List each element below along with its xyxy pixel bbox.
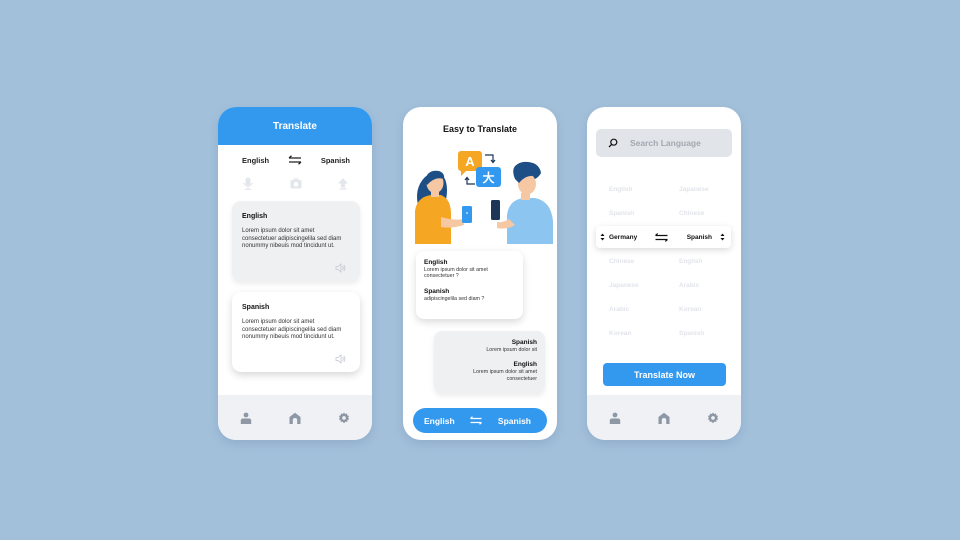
language-option[interactable]: English [679,258,719,265]
language-option[interactable]: Korean [679,306,719,313]
microphone-icon[interactable] [242,177,254,190]
bubble-text: Lorem ipsum dolor sit amet consectetuer … [424,267,488,280]
bottom-nav [587,395,741,440]
page-title: Easy to Translate [442,124,518,134]
settings-icon[interactable] [707,412,719,424]
language-option[interactable]: Chinese [609,258,634,265]
language-row: Spanish Chinese [609,210,719,217]
home-icon[interactable] [289,412,301,424]
language-option[interactable]: Spanish [679,330,719,337]
from-language: Germany [609,233,638,241]
bottom-nav [218,395,372,440]
camera-icon[interactable] [290,177,302,190]
input-tools [218,175,372,191]
language-select-screen: Search Language English Japanese Spanish… [587,107,741,440]
translate-now-button[interactable]: Translate Now [603,363,726,386]
language-row: Arabic Korean [609,306,719,313]
card-text: Lorem ipsum dolor sit amet consectetuer … [242,228,342,249]
glyph-a: A [465,154,475,169]
bubble-title: English [513,361,537,369]
swap-icon[interactable] [288,155,302,165]
bubble-title: Spanish [424,287,450,295]
bubble-title: Spanish [511,339,537,346]
card-title: English [242,213,268,220]
language-row: Japanese Arabic [609,282,719,289]
search-input[interactable]: Search Language [596,129,732,157]
language-option[interactable]: English [609,186,632,193]
source-text-card[interactable]: English Lorem ipsum dolor sit amet conse… [232,201,360,281]
glyph-b: 大 [482,170,494,185]
language-option[interactable]: Japanese [609,282,639,289]
language-option[interactable]: Japanese [679,186,719,193]
bubble-title: English [424,259,448,266]
source-language[interactable]: English [242,156,269,165]
target-language[interactable]: Spanish [321,156,350,165]
updown-arrows-icon [720,233,725,241]
profile-icon[interactable] [240,412,252,424]
pill-source-language[interactable]: English [424,416,455,426]
language-switch-pill[interactable]: English Spanish [413,408,547,433]
home-icon[interactable] [658,412,670,424]
language-option[interactable]: Arabic [609,306,629,313]
language-option[interactable]: Korean [609,330,631,337]
profile-icon[interactable] [609,412,621,424]
language-row: Chinese English [609,258,719,265]
bubble-text: Lorem ipsum dolor sit amet consectetuer [473,369,537,382]
speaker-icon[interactable] [335,354,346,364]
card-title: Spanish [242,304,270,311]
language-row: Korean Spanish [609,330,719,337]
language-option[interactable]: Spanish [609,210,634,217]
people-translating-illustration: A 大 [415,151,553,244]
to-language: Spanish [686,233,712,241]
pill-target-language[interactable]: Spanish [498,416,531,426]
from-language-picker[interactable]: Germany [600,233,637,241]
bubble-text: adipiscingelila sed diam ? [424,295,485,302]
language-row: English Japanese [609,186,719,193]
translated-text-card[interactable]: Spanish Lorem ipsum dolor sit amet conse… [232,292,360,372]
to-language-picker[interactable]: Spanish [687,233,725,241]
language-pair: English Spanish [218,153,372,167]
settings-icon[interactable] [338,412,350,424]
speaker-icon[interactable] [335,263,346,273]
onboarding-screen: Easy to Translate A 大 English Lorem ipsu… [403,107,557,440]
english-to-spanish-bubble: English Lorem ipsum dolor sit amet conse… [416,251,523,319]
search-icon [608,138,618,148]
search-placeholder: Search Language [630,138,701,148]
translate-screen: Translate English Spanish English Lorem … [218,107,372,440]
updown-arrows-icon [600,233,605,241]
swap-icon[interactable] [655,232,669,242]
language-option[interactable]: Arabic [679,282,719,289]
upload-icon[interactable] [337,177,349,190]
selected-language-pair: Germany Spanish [596,226,731,248]
language-option[interactable]: Chinese [679,210,719,217]
swap-icon[interactable] [470,416,483,425]
header: Translate [218,107,372,145]
page-title: Translate [273,120,317,132]
card-text: Lorem ipsum dolor sit amet consectetuer … [242,319,342,340]
spanish-to-english-bubble: Spanish Lorem ipsum dolor sit English Lo… [434,331,545,393]
